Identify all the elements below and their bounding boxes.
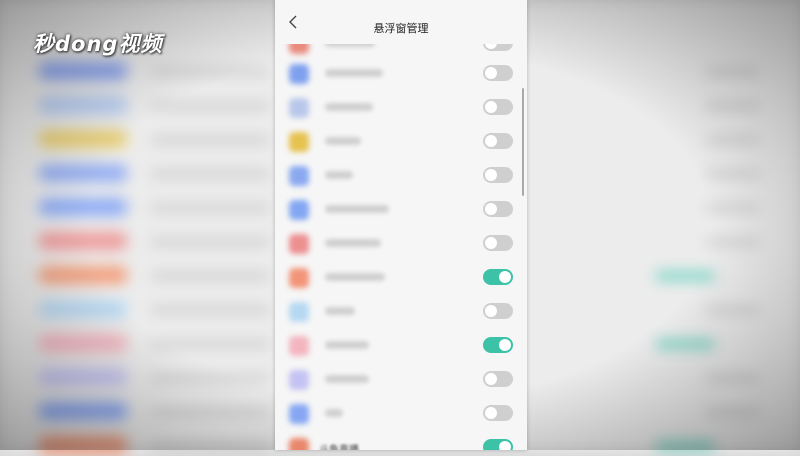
list-item — [275, 57, 527, 91]
list-item — [275, 261, 527, 295]
app-label — [325, 375, 369, 383]
app-icon — [289, 438, 309, 450]
app-label — [325, 307, 355, 315]
app-label: 斗鱼直播 — [319, 441, 359, 450]
phone-screen: 斗鱼直播 悬浮窗管理 — [275, 0, 527, 450]
app-label — [325, 205, 389, 213]
list-item — [275, 227, 527, 261]
list-item — [275, 329, 527, 363]
permission-toggle[interactable] — [483, 167, 513, 183]
permission-toggle[interactable] — [483, 133, 513, 149]
app-label — [325, 103, 373, 111]
list-item — [275, 193, 527, 227]
nav-header: 悬浮窗管理 — [275, 0, 527, 44]
app-label — [325, 273, 385, 281]
list-item — [275, 397, 527, 431]
list-item — [275, 91, 527, 125]
permission-toggle[interactable] — [483, 405, 513, 421]
app-label — [325, 341, 369, 349]
permission-toggle[interactable] — [483, 235, 513, 251]
permission-toggle[interactable] — [483, 65, 513, 81]
app-icon — [289, 370, 309, 390]
app-icon — [289, 234, 309, 254]
permission-toggle[interactable] — [483, 439, 513, 450]
app-icon — [289, 64, 309, 84]
app-label — [325, 409, 343, 417]
app-icon — [289, 404, 309, 424]
permission-toggle[interactable] — [483, 201, 513, 217]
app-label — [325, 239, 381, 247]
app-icon — [289, 132, 309, 152]
list-item — [275, 363, 527, 397]
app-label — [325, 137, 361, 145]
list-item: 斗鱼直播 — [275, 431, 527, 450]
app-label — [325, 69, 383, 77]
permission-toggle[interactable] — [483, 337, 513, 353]
watermark-logo: 秒dong视频 — [33, 32, 163, 56]
permission-toggle[interactable] — [483, 99, 513, 115]
app-label — [325, 171, 353, 179]
scrollbar[interactable] — [522, 88, 524, 196]
app-icon — [289, 200, 309, 220]
app-icon — [289, 336, 309, 356]
list-item — [275, 125, 527, 159]
permission-toggle[interactable] — [483, 269, 513, 285]
permission-toggle[interactable] — [483, 371, 513, 387]
app-icon — [289, 166, 309, 186]
list-item — [275, 159, 527, 193]
page-title: 悬浮窗管理 — [373, 22, 429, 35]
app-icon — [289, 302, 309, 322]
app-icon — [289, 268, 309, 288]
app-icon — [289, 98, 309, 118]
list-item — [275, 295, 527, 329]
permission-toggle[interactable] — [483, 303, 513, 319]
